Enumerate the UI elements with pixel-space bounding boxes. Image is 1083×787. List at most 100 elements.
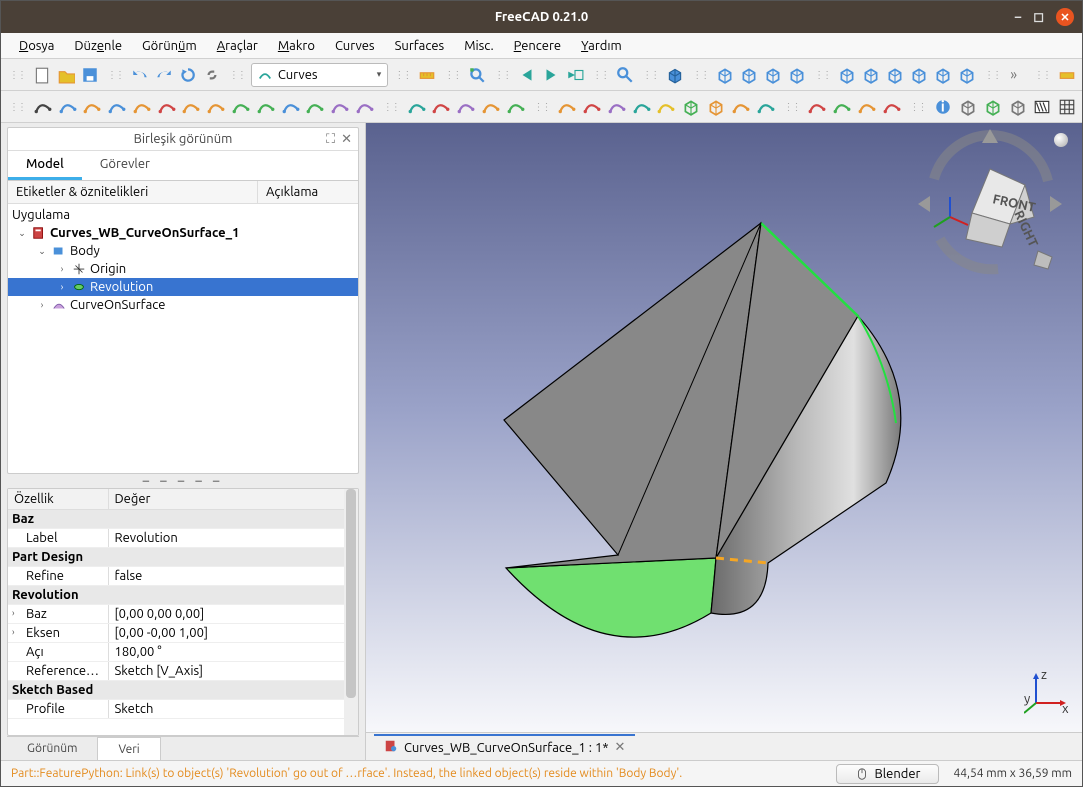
tree-curveonsurface[interactable]: › CurveOnSurface [8, 296, 358, 314]
doc-tab-close-icon[interactable]: ✕ [615, 740, 626, 755]
zoom-button[interactable] [614, 62, 636, 88]
panel-expand-icon[interactable]: ⛶ [326, 132, 335, 147]
refresh-button[interactable] [177, 62, 199, 88]
prop-eksen[interactable]: ›Eksen[0,00 -0,00 1,00] [8, 624, 358, 643]
body-button[interactable] [957, 94, 979, 120]
sweep2-button[interactable] [881, 94, 903, 120]
model-tree[interactable]: Uygulama ⌄ Curves_WB_CurveOnSurface_1 ⌄ … [8, 204, 358, 316]
zebra-button[interactable] [1032, 94, 1054, 120]
prop-refine[interactable]: Refinefalse [8, 567, 358, 586]
cube3d-button[interactable] [680, 94, 702, 120]
sweep-button[interactable] [856, 94, 878, 120]
plane-button[interactable] [1007, 94, 1029, 120]
iso3-button[interactable] [762, 62, 784, 88]
arc-tool-button[interactable] [106, 94, 128, 120]
box-button[interactable] [705, 94, 727, 120]
shape-button[interactable] [354, 94, 376, 120]
curve-lin-button[interactable] [280, 94, 302, 120]
menu-pencere[interactable]: Pencere [506, 37, 569, 55]
freehand-button[interactable] [205, 94, 227, 120]
menu-düzenle[interactable]: Düzenle [66, 37, 130, 55]
spline3d-button[interactable] [581, 94, 603, 120]
save-file-button[interactable] [79, 62, 101, 88]
window-close-button[interactable]: ✕ [1056, 8, 1074, 26]
panel-close-icon[interactable]: ✕ [341, 132, 352, 147]
front-button[interactable] [836, 62, 858, 88]
split-button[interactable] [181, 94, 203, 120]
tree-revolution[interactable]: › Revolution [8, 278, 358, 296]
grip-icon[interactable]: ⋮⋮ [5, 69, 29, 81]
tree-body[interactable]: ⌄ Body [8, 242, 358, 260]
link-button[interactable] [201, 62, 223, 88]
document-tab[interactable]: Curves_WB_CurveOnSurface_1 : 1* ✕ [374, 734, 635, 759]
menu-dosya[interactable]: Dosya [11, 37, 62, 55]
fit-all-button[interactable] [466, 62, 488, 88]
tab-view[interactable]: Görünüm [7, 737, 97, 760]
bottom-button[interactable] [932, 62, 954, 88]
curve-green-button[interactable] [304, 94, 326, 120]
menu-surfaces[interactable]: Surfaces [387, 37, 453, 55]
cprofile-button[interactable] [806, 94, 828, 120]
prop-aci[interactable]: Açı180,00 ° [8, 643, 358, 662]
fill-button[interactable] [480, 94, 502, 120]
menu-misc.[interactable]: Misc. [456, 37, 501, 55]
grip-icon[interactable]: ⋮⋮ [5, 101, 29, 113]
curve-net-button[interactable] [557, 94, 579, 120]
planar-button[interactable] [730, 94, 752, 120]
surface-ed-button[interactable] [505, 94, 527, 120]
widget-button[interactable] [755, 94, 777, 120]
nav-fwd-button[interactable] [540, 62, 562, 88]
menu-araçlar[interactable]: Araçlar [209, 37, 266, 55]
rear-button[interactable] [908, 62, 930, 88]
surface-rev-button[interactable] [430, 94, 452, 120]
nav-back-button[interactable] [516, 62, 538, 88]
sphere-button[interactable] [606, 94, 628, 120]
navigation-cube[interactable]: FRONT RIGHT [910, 129, 1070, 282]
workbench-selector[interactable]: Curves▾ [251, 63, 388, 87]
join-button[interactable] [131, 94, 153, 120]
tree-doc[interactable]: ⌄ Curves_WB_CurveOnSurface_1 [8, 224, 358, 242]
navigation-style-button[interactable]: Blender [836, 764, 940, 784]
line-button[interactable] [32, 94, 54, 120]
prop-scrollbar[interactable] [344, 489, 358, 735]
surface-extend-button[interactable] [329, 94, 351, 120]
measure-button[interactable] [416, 62, 438, 88]
iso1-button[interactable] [714, 62, 736, 88]
rail-button[interactable] [831, 94, 853, 120]
prop-reference[interactable]: Reference…Sketch [V_Axis] [8, 662, 358, 681]
menu-görünüm[interactable]: Görünüm [134, 37, 205, 55]
prop-profile[interactable]: ProfileSketch [8, 700, 358, 719]
tab-model[interactable]: Model [8, 151, 82, 180]
tab-tasks[interactable]: Görevler [82, 151, 168, 180]
prop-col-property[interactable]: Özellik [8, 489, 108, 510]
right-button[interactable] [884, 62, 906, 88]
shell-button[interactable] [455, 94, 477, 120]
spiral-button[interactable] [230, 94, 252, 120]
more-button[interactable]: » [1006, 62, 1028, 88]
window-minimize-button[interactable]: – [1015, 10, 1022, 24]
new-file-button[interactable] [31, 62, 53, 88]
info-button[interactable]: i [933, 94, 955, 120]
nav-linked-button[interactable] [564, 62, 586, 88]
tab-data[interactable]: Veri [97, 737, 160, 761]
measure2-button[interactable] [1056, 62, 1078, 88]
undo-button[interactable] [129, 62, 151, 88]
profile-button[interactable] [255, 94, 277, 120]
3d-viewport[interactable]: FRONT RIGHT z x [366, 123, 1082, 760]
prop-label[interactable]: LabelRevolution [8, 529, 358, 548]
circle-button[interactable] [631, 94, 653, 120]
menu-yardım[interactable]: Yardım [573, 37, 630, 55]
grid-button[interactable] [1056, 94, 1078, 120]
cyl-button[interactable] [656, 94, 678, 120]
tree-origin[interactable]: › Origin [8, 260, 358, 278]
menu-makro[interactable]: Makro [270, 37, 323, 55]
tree-root[interactable]: Uygulama [8, 206, 358, 224]
box-solid-button[interactable] [982, 94, 1004, 120]
iso4-button[interactable] [786, 62, 808, 88]
splitter[interactable]: – – – – – [7, 474, 359, 488]
extend-button[interactable] [156, 94, 178, 120]
prop-col-value[interactable]: Değer [108, 489, 358, 510]
bspline-button[interactable] [82, 94, 104, 120]
left-button[interactable] [956, 62, 978, 88]
prop-baz[interactable]: ›Baz[0,00 0,00 0,00] [8, 605, 358, 624]
